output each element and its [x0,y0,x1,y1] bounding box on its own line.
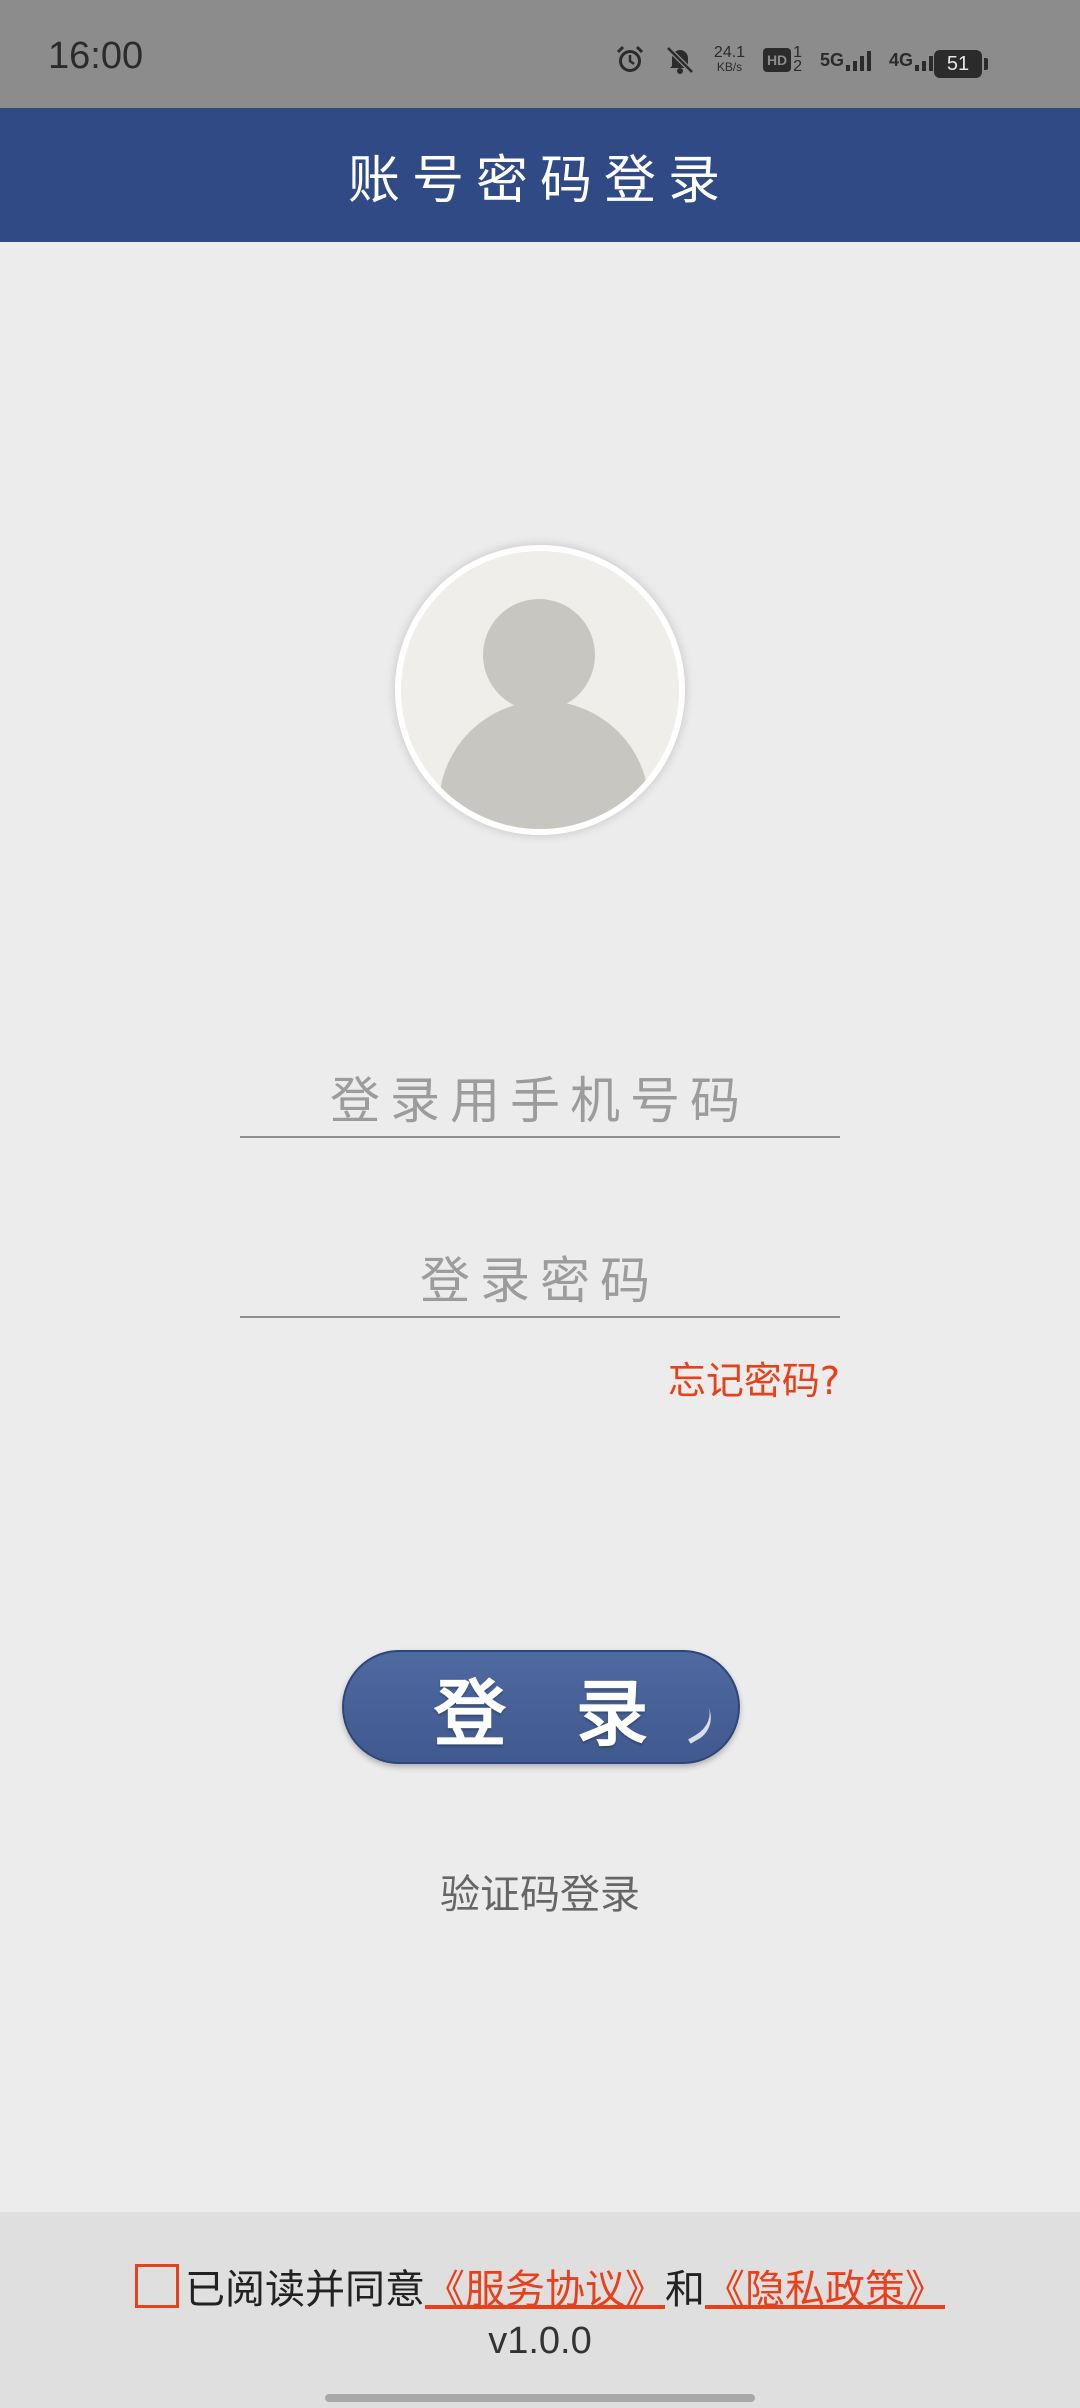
agreement-checkbox[interactable] [135,2264,179,2308]
login-button-label: 登录 [433,1671,718,1756]
avatar-body [439,701,649,829]
status-bar: 16:00 24.1 KB/s HD 1 2 5G 4G 51 [0,0,1080,108]
mute-icon [664,44,696,76]
network-speed-value: 24.1 [713,44,746,61]
network-speed: 24.1 KB/s [713,44,746,75]
sim-labels: 1 2 [793,45,802,75]
home-indicator[interactable] [325,2394,755,2402]
sms-login-link[interactable]: 验证码登录 [0,1862,1080,1920]
agreement-prefix: 已阅读并同意 [185,2267,425,2313]
app-version: v1.0.0 [488,2320,592,2362]
app-header: 账号密码登录 [0,108,1080,242]
network-speed-unit: KB/s [716,60,743,74]
hd-badge: HD [763,48,792,72]
signal-5g-icon: 5G [820,49,871,71]
agreement-and: 和 [665,2267,705,2313]
service-agreement-link[interactable]: 《服务协议》 [425,2257,665,2315]
avatar-head [483,599,595,711]
page-title: 账号密码登录 [347,150,732,211]
signal-4g-icon: 4G [889,49,940,71]
login-button[interactable]: 登录 [342,1650,740,1764]
battery-icon: 51 [934,50,988,78]
phone-field [240,1066,840,1138]
password-input[interactable] [240,1246,840,1316]
signal-bars-5g [845,49,871,71]
sim-label-2: 2 [793,58,802,75]
avatar [395,545,685,835]
net-4g-label: 4G [888,49,913,70]
status-icons: 24.1 KB/s HD 1 2 5G 4G [614,40,940,80]
hd-icon: HD 1 2 [763,45,802,75]
alarm-icon [614,44,646,76]
privacy-policy-link[interactable]: 《隐私政策》 [705,2257,945,2315]
footer: 已阅读并同意 《服务协议》 和 《隐私政策》 v1.0.0 [0,2212,1080,2408]
phone-input[interactable] [240,1066,840,1136]
net-5g-label: 5G [819,49,844,70]
password-field [240,1246,840,1318]
status-time: 16:00 [48,35,144,77]
forgot-password-link[interactable]: 忘记密码? [668,1350,840,1405]
agreement-row: 已阅读并同意 《服务协议》 和 《隐私政策》 [0,2257,1080,2315]
